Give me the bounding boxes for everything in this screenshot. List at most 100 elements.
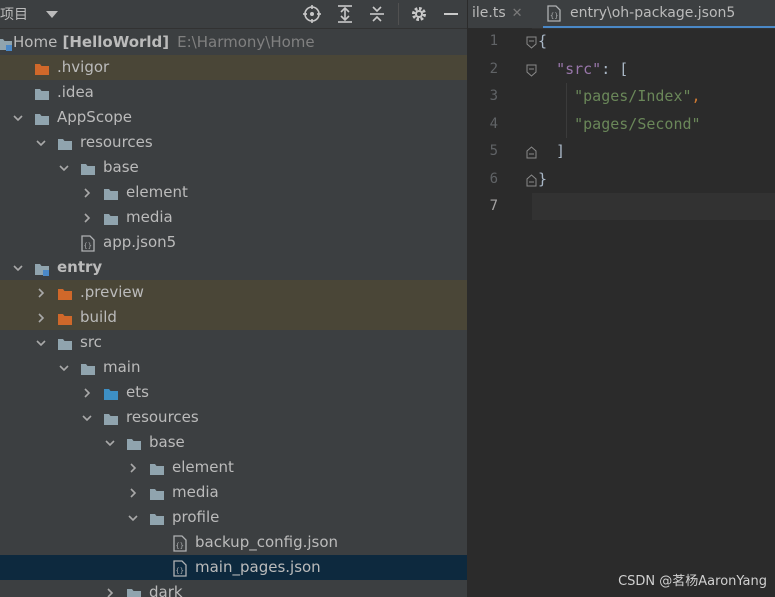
json-file-icon: {} — [547, 5, 561, 22]
code-line[interactable]: { — [538, 32, 547, 50]
chevron-down-icon[interactable] — [34, 130, 48, 155]
editor-tab-bar: ile.ts ✕ {} entry\oh-package.json5 — [468, 0, 775, 29]
collapse-all-icon[interactable] — [366, 3, 388, 25]
code-token: , — [691, 87, 701, 105]
close-icon[interactable]: ✕ — [512, 6, 523, 21]
tree-item-entry[interactable]: entry — [0, 255, 467, 280]
chevron-right-icon[interactable] — [34, 305, 48, 330]
folder-icon — [80, 360, 96, 376]
code-token: "src" — [556, 59, 602, 78]
gear-icon[interactable] — [408, 3, 430, 25]
project-tree: Home [HelloWorld] E:\Harmony\Home .hvigor.… — [0, 30, 467, 597]
folder-icon — [149, 510, 165, 526]
tree-item-label: base — [149, 433, 185, 451]
tree-item-ets[interactable]: ets — [0, 380, 467, 405]
code-token: ] — [538, 142, 566, 160]
line-number: 1 — [489, 33, 498, 49]
watermark: CSDN @茗杨AaronYang — [618, 574, 767, 589]
chevron-down-icon[interactable] — [103, 430, 117, 455]
chevron-down-icon[interactable] — [11, 255, 25, 280]
tree-item-main-pages-json[interactable]: {} main_pages.json — [0, 555, 467, 580]
code-line[interactable]: } — [538, 170, 547, 188]
code-token: { — [538, 32, 548, 50]
chevron-right-icon[interactable] — [126, 480, 140, 505]
code-token: "pages/Index" — [574, 87, 692, 105]
tree-item-backup-config-json[interactable]: {} backup_config.json — [0, 530, 467, 555]
tree-item-hvigor[interactable]: .hvigor — [0, 55, 467, 80]
chevron-down-icon[interactable] — [34, 330, 48, 355]
tree-item-element[interactable]: element — [0, 455, 467, 480]
tree-item-label: resources — [126, 408, 199, 426]
tab-label: entry\oh-package.json5 — [570, 5, 736, 21]
tree-item-resources[interactable]: resources — [0, 130, 467, 155]
json-file-icon: {} — [172, 535, 188, 552]
minimize-icon[interactable] — [440, 3, 462, 25]
tree-item-label: AppScope — [57, 108, 132, 126]
svg-text:{}: {} — [550, 12, 558, 20]
project-panel-title[interactable]: 项目 — [0, 4, 28, 24]
chevron-down-icon[interactable] — [11, 105, 25, 130]
tree-item-preview[interactable]: .preview — [0, 280, 467, 305]
code-line[interactable]: "src": [ — [538, 60, 628, 78]
code-token: : — [601, 59, 620, 78]
code-line[interactable]: "pages/Index", — [538, 87, 701, 105]
tree-item-resources[interactable]: resources — [0, 405, 467, 430]
expand-all-icon[interactable] — [334, 3, 356, 25]
tree-item-label: element — [172, 458, 234, 476]
project-path: E:\Harmony\Home — [177, 33, 315, 51]
tree-item-element[interactable]: element — [0, 180, 467, 205]
project-panel: 项目 Home [HelloWorld] E:\Harmony\Home .hvig… — [0, 0, 467, 597]
chevron-down-icon[interactable] — [46, 11, 58, 18]
tree-item-profile[interactable]: profile — [0, 505, 467, 530]
code-token: } — [538, 169, 548, 188]
chevron-down-icon[interactable] — [126, 505, 140, 530]
tree-item-home[interactable]: Home [HelloWorld] E:\Harmony\Home — [0, 30, 467, 55]
tree-item-label: resources — [80, 133, 153, 151]
line-number: 7 — [489, 198, 498, 214]
chevron-down-icon[interactable] — [57, 155, 71, 180]
folder-icon — [80, 160, 96, 176]
tree-item-label: ets — [126, 383, 149, 401]
folder-icon — [149, 485, 165, 501]
tree-item-app-json5[interactable]: {} app.json5 — [0, 230, 467, 255]
tree-item-label: main — [103, 358, 141, 376]
folder-icon — [103, 410, 119, 426]
locate-icon[interactable] — [301, 3, 323, 25]
tab-ile-ts[interactable]: ile.ts ✕ — [472, 0, 523, 28]
tree-item-main[interactable]: main — [0, 355, 467, 380]
tree-item-label: backup_config.json — [195, 533, 339, 551]
tree-item-label: media — [126, 208, 173, 226]
tree-item-label: element — [126, 183, 188, 201]
svg-text:{}: {} — [176, 542, 184, 550]
tree-item-label: entry — [57, 258, 103, 276]
tree-item-idea[interactable]: .idea — [0, 80, 467, 105]
chevron-right-icon[interactable] — [80, 180, 94, 205]
tree-item-src[interactable]: src — [0, 330, 467, 355]
folder-icon — [103, 210, 119, 226]
line-number: 4 — [489, 115, 498, 132]
folder-excluded-icon — [34, 60, 50, 76]
json-file-icon: {} — [172, 560, 188, 577]
chevron-down-icon[interactable] — [80, 405, 94, 430]
code-line[interactable]: "pages/Second" — [538, 115, 700, 133]
tree-item-label: .idea — [57, 83, 94, 101]
tree-item-media[interactable]: media — [0, 480, 467, 505]
code-line[interactable]: ] — [538, 142, 565, 160]
chevron-right-icon[interactable] — [103, 580, 117, 597]
tree-item-appscope[interactable]: AppScope — [0, 105, 467, 130]
tree-item-dark[interactable]: dark — [0, 580, 467, 597]
line-number: 6 — [489, 170, 498, 187]
chevron-right-icon[interactable] — [80, 205, 94, 230]
chevron-right-icon[interactable] — [126, 455, 140, 480]
project-panel-header: 项目 — [0, 0, 467, 29]
tree-item-base[interactable]: base — [0, 155, 467, 180]
folder-icon — [34, 85, 50, 101]
chevron-right-icon[interactable] — [34, 280, 48, 305]
tree-item-build[interactable]: build — [0, 305, 467, 330]
code-content[interactable]: { "src": [ "pages/Index", "pages/Second"… — [532, 28, 775, 597]
chevron-right-icon[interactable] — [80, 380, 94, 405]
tree-item-media[interactable]: media — [0, 205, 467, 230]
chevron-down-icon[interactable] — [57, 355, 71, 380]
tree-item-base[interactable]: base — [0, 430, 467, 455]
